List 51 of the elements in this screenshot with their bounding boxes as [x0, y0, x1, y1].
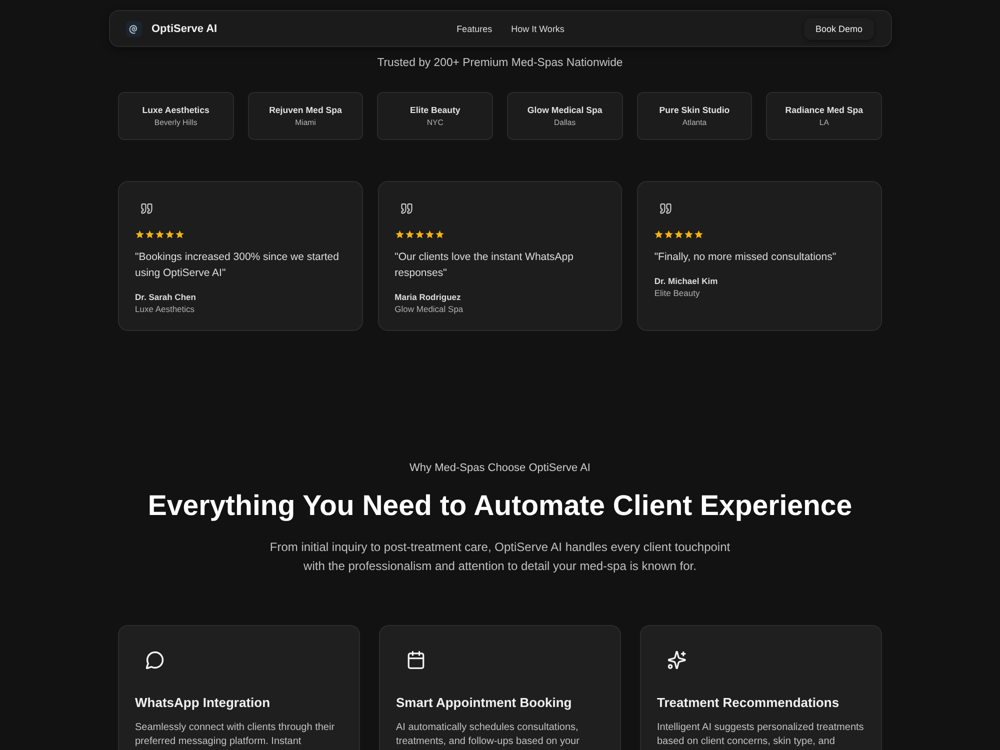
star-icon: [424, 230, 434, 239]
book-demo-button[interactable]: Book Demo: [804, 18, 874, 40]
star-icon: [155, 230, 164, 239]
star-icon: [654, 230, 664, 239]
trusted-by-heading: Trusted by 200+ Premium Med-Spas Nationwide: [377, 56, 623, 71]
section-headline: Everything You Need to Automate Client Experience: [148, 489, 852, 524]
logo-icon: [126, 20, 142, 36]
chat-bubble-icon: [146, 651, 164, 669]
client-name: Luxe Aesthetics: [142, 104, 210, 117]
star-icon: [684, 230, 694, 239]
testimonial-quote: "Our clients love the instant WhatsApp responses": [394, 250, 574, 281]
author-company: Elite Beauty: [654, 287, 700, 299]
author-company: Glow Medical Spa: [394, 303, 464, 315]
author-name: Dr. Michael Kim: [654, 275, 718, 287]
feature-description: Intelligent AI suggests personalized treatments based on client concerns, skin type, and: [657, 721, 865, 749]
star-icon: [394, 230, 404, 239]
star-icon: [165, 230, 174, 239]
author-company: Luxe Aesthetics: [135, 303, 195, 315]
testimonial-quote: "Bookings increased 300% since we started using OptiServe AI": [135, 250, 340, 281]
star-icon: [145, 230, 154, 239]
section-eyebrow: Why Med-Spas Choose OptiServe AI: [410, 461, 590, 475]
quote-icon: [141, 203, 153, 214]
star-icon: [175, 230, 184, 239]
star-icon: [694, 230, 704, 239]
client-name: Radiance Med Spa: [785, 104, 864, 117]
sparkles-icon: [668, 651, 686, 669]
author-name: Dr. Sarah Chen: [135, 291, 196, 303]
feature-title: Treatment Recommendations: [657, 694, 840, 712]
star-icon: [664, 230, 674, 239]
feature-description: AI automatically schedules consultations, treatments, and follow-ups based on your: [396, 721, 580, 749]
feature-title: WhatsApp Integration: [135, 694, 272, 712]
quote-icon: [400, 203, 413, 214]
feature-description: Seamlessly connect with clients through their preferred messaging platform. Instant: [135, 721, 336, 749]
star-icon: [674, 230, 684, 239]
client-name: Rejuven Med Spa: [269, 104, 342, 117]
client-name: Elite Beauty: [410, 104, 460, 117]
author-name: Maria Rodriguez: [394, 291, 461, 303]
star-icon: [404, 230, 414, 239]
star-icon: [414, 230, 424, 239]
feature-title: Smart Appointment Booking: [396, 694, 573, 712]
calendar-icon: [407, 651, 425, 669]
client-name: Pure Skin Studio: [659, 104, 730, 117]
brand-name[interactable]: OptiServe AI: [152, 22, 218, 34]
client-name: Glow Medical Spa: [527, 104, 602, 117]
section-intro: From initial inquiry to post-treatment care, OptiServe AI handles every client touchpoint with the professionalism and attention to detail your med-spa is known for.: [268, 539, 732, 575]
quote-icon: [660, 203, 672, 214]
nav-link[interactable]: How It Works: [511, 24, 564, 34]
testimonial-quote: "Finally, no more missed consultations": [654, 250, 836, 265]
nav-link[interactable]: Features: [456, 24, 492, 34]
star-icon: [434, 230, 444, 239]
star-icon: [135, 230, 144, 239]
